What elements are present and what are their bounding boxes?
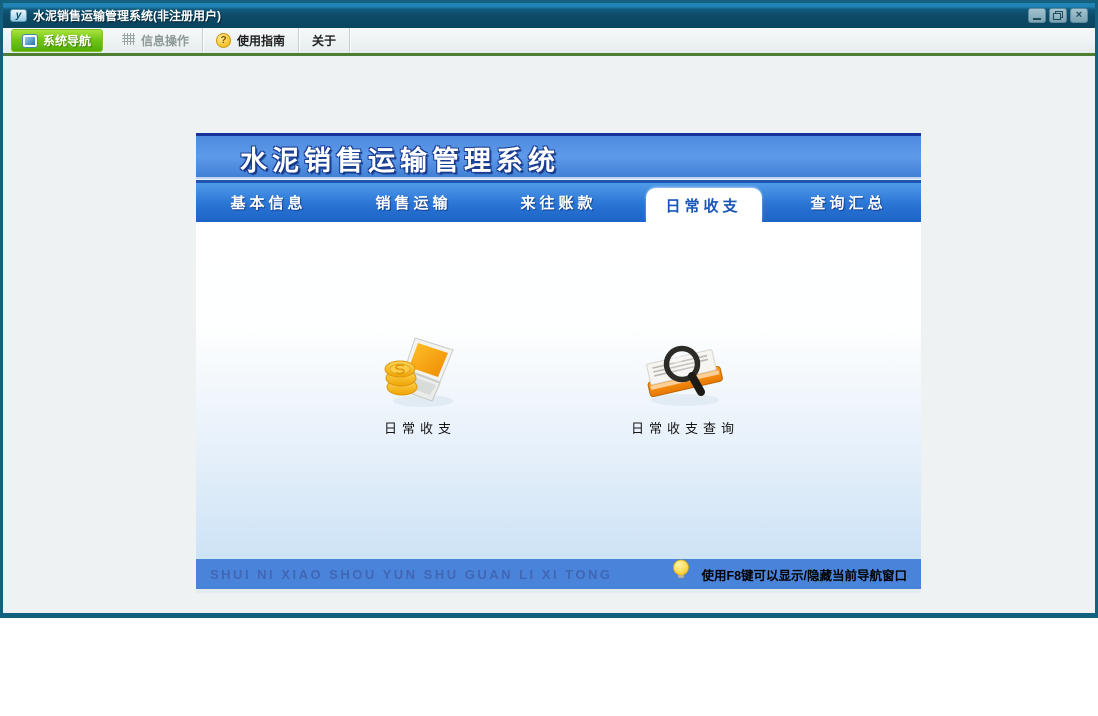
tab-label: 日常收支 xyxy=(645,188,762,222)
tab-sales-transport[interactable]: 销售运输 xyxy=(341,183,486,222)
minimize-icon xyxy=(1033,18,1041,20)
panel-content: 日常收支 日常收支查询 xyxy=(196,222,921,559)
f8-hint-text: 使用F8键可以显示/隐藏当前导航窗口 xyxy=(701,568,907,583)
tab-label: 查询汇总 xyxy=(810,195,887,212)
help-icon: ? xyxy=(216,33,232,48)
panel-banner: 水泥销售运输管理系统 水泥销售运输管理系统 xyxy=(196,133,921,177)
toolbar-item-label: 关于 xyxy=(312,34,337,48)
restore-icon xyxy=(1053,11,1063,20)
toolbar-item-about[interactable]: 关于 xyxy=(299,28,351,53)
monitor-icon xyxy=(23,34,37,47)
tab-label: 基本信息 xyxy=(230,195,307,212)
close-button[interactable]: × xyxy=(1070,8,1088,23)
restore-button[interactable] xyxy=(1049,8,1067,23)
book-magnifier-icon xyxy=(635,345,735,412)
tab-basic-info[interactable]: 基本信息 xyxy=(196,183,341,222)
toolbar-item-label: 系统导航 xyxy=(43,34,92,48)
shortcut-daily-income-expense[interactable]: 日常收支 xyxy=(345,334,495,437)
shortcut-daily-income-expense-query[interactable]: 日常收支查询 xyxy=(610,334,760,437)
app-window: y 水泥销售运输管理系统(非注册用户) × 系统导航 信息操作 ? 使用指南 关… xyxy=(0,0,1098,618)
f8-hint: 使用F8键可以显示/隐藏当前导航窗口 xyxy=(669,559,907,589)
tab-daily-income-expense[interactable]: 日常收支 xyxy=(631,183,776,222)
toolbar-item-label: 使用指南 xyxy=(237,34,286,48)
tab-label: 销售运输 xyxy=(375,195,452,212)
window-controls: × xyxy=(1028,8,1088,23)
tab-accounts[interactable]: 来往账款 xyxy=(486,183,631,222)
panel-bottom-strip xyxy=(196,589,921,593)
toolbar-item-system-navigation[interactable]: 系统导航 xyxy=(11,29,104,52)
tab-label: 来往账款 xyxy=(520,195,597,212)
laptop-coins-icon xyxy=(379,337,461,412)
toolbar: 系统导航 信息操作 ? 使用指南 关于 xyxy=(3,28,1095,56)
lightbulb-icon xyxy=(669,559,693,589)
toolbar-item-label: 信息操作 xyxy=(141,34,190,48)
grid-icon xyxy=(122,33,136,48)
toolbar-item-user-guide[interactable]: ? 使用指南 xyxy=(203,28,300,53)
tab-query-summary[interactable]: 查询汇总 xyxy=(776,183,921,222)
panel-footer: SHUI NI XIAO SHOU YUN SHU GUAN LI XI TON… xyxy=(196,559,921,589)
shortcut-label: 日常收支查询 xyxy=(630,421,739,436)
panel-tabbar: 基本信息 销售运输 来往账款 日常收支 查询汇总 xyxy=(196,183,921,222)
toolbar-item-info-operation[interactable]: 信息操作 xyxy=(109,28,204,53)
watermark-text: SHUI NI XIAO SHOU YUN SHU GUAN LI XI TON… xyxy=(210,566,613,582)
app-icon: y xyxy=(10,9,27,22)
titlebar[interactable]: y 水泥销售运输管理系统(非注册用户) × xyxy=(3,3,1095,28)
panel-banner-title: 水泥销售运输管理系统 xyxy=(240,146,560,176)
shortcut-label: 日常收支 xyxy=(383,421,456,436)
window-title: 水泥销售运输管理系统(非注册用户) xyxy=(33,9,221,23)
navigation-panel: 水泥销售运输管理系统 水泥销售运输管理系统 基本信息 销售运输 来往账款 日常收… xyxy=(196,133,921,593)
minimize-button[interactable] xyxy=(1028,8,1046,23)
